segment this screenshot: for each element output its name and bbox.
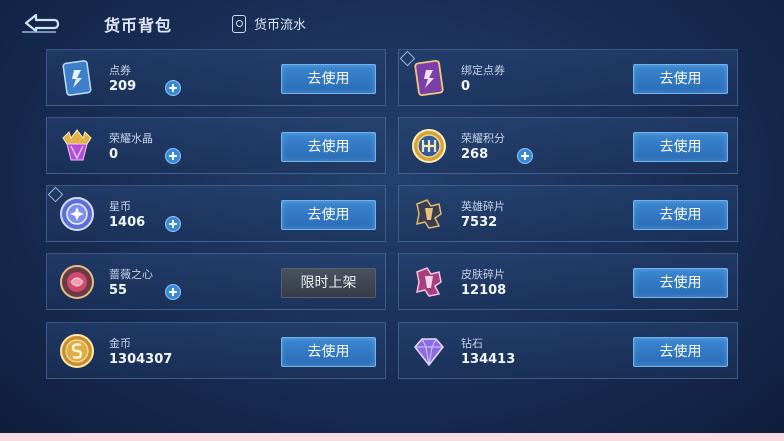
use-button[interactable]: 去使用 [281,64,376,94]
glory-crystal-icon [62,129,92,161]
currency-card-bound-coupon: 绑定点券 0 去使用 [398,49,738,106]
currency-name: 点券 [109,64,131,77]
currency-name: 英雄碎片 [461,200,505,213]
skin-fragment-icon [416,267,442,297]
use-button[interactable]: 去使用 [281,200,376,230]
currency-name: 蔷薇之心 [109,268,153,281]
diamond-icon [414,338,444,367]
currency-card-glory-points: 荣耀积分 268 去使用 [398,117,738,174]
currency-name: 皮肤碎片 [461,268,505,281]
rose-heart-icon [60,265,94,299]
currency-card-glory-crystal: 荣耀水晶 0 去使用 [46,117,386,174]
add-button[interactable] [165,284,181,300]
bottom-strip [0,433,784,441]
use-button[interactable]: 去使用 [633,200,728,230]
currency-card-rose-heart: 蔷薇之心 55 限时上架 [46,253,386,310]
use-button[interactable]: 去使用 [633,268,728,298]
use-button[interactable]: 去使用 [633,337,728,367]
add-button[interactable] [517,148,533,164]
currency-value: 1406 [109,215,146,230]
hero-fragment-icon [416,199,442,229]
use-button[interactable]: 去使用 [633,132,728,162]
currency-card-skin-fragment: 皮肤碎片 12108 去使用 [398,253,738,310]
currency-name: 金币 [109,337,131,350]
add-button[interactable] [165,80,181,96]
currency-value: 134413 [461,352,516,367]
limited-time-button: 限时上架 [281,268,376,298]
currency-name: 绑定点券 [461,64,505,77]
page-title: 货币背包 [104,16,173,35]
use-button[interactable]: 去使用 [633,64,728,94]
ledger-icon [232,14,246,33]
currency-value: 0 [109,147,119,162]
add-button[interactable] [165,216,181,232]
currency-card-diamond: 钻石 134413 去使用 [398,322,738,379]
currency-value: 12108 [461,283,507,298]
use-button[interactable]: 去使用 [281,337,376,367]
currency-value: 55 [109,283,128,298]
gold-coin-icon [60,334,94,368]
currency-name: 荣耀水晶 [109,132,153,145]
currency-value: 1304307 [109,352,173,367]
glory-points-coin-icon [412,129,446,163]
currency-card-gold-coin: 金币 1304307 去使用 [46,322,386,379]
currency-card-hero-fragment: 英雄碎片 7532 去使用 [398,185,738,242]
currency-name: 荣耀积分 [461,132,505,145]
ticket-card-icon [62,60,92,96]
currency-flow-label: 货币流水 [254,18,307,33]
currency-card-star-coin: 星币 1406 去使用 [46,185,386,242]
add-button[interactable] [165,148,181,164]
currency-name: 星币 [109,200,131,213]
currency-value: 7532 [461,215,498,230]
currency-value: 268 [461,147,489,162]
use-button[interactable]: 去使用 [281,132,376,162]
bound-ticket-card-icon [414,59,444,97]
currency-card-coupon: 点券 209 去使用 [46,49,386,106]
star-coin-icon [60,197,94,231]
currency-name: 钻石 [461,337,483,350]
currency-value: 0 [461,79,471,94]
back-arrow-icon[interactable] [20,10,60,36]
currency-value: 209 [109,79,137,94]
top-bar: 货币背包 货币流水 [0,0,784,44]
currency-flow-link[interactable]: 货币流水 [232,14,306,33]
